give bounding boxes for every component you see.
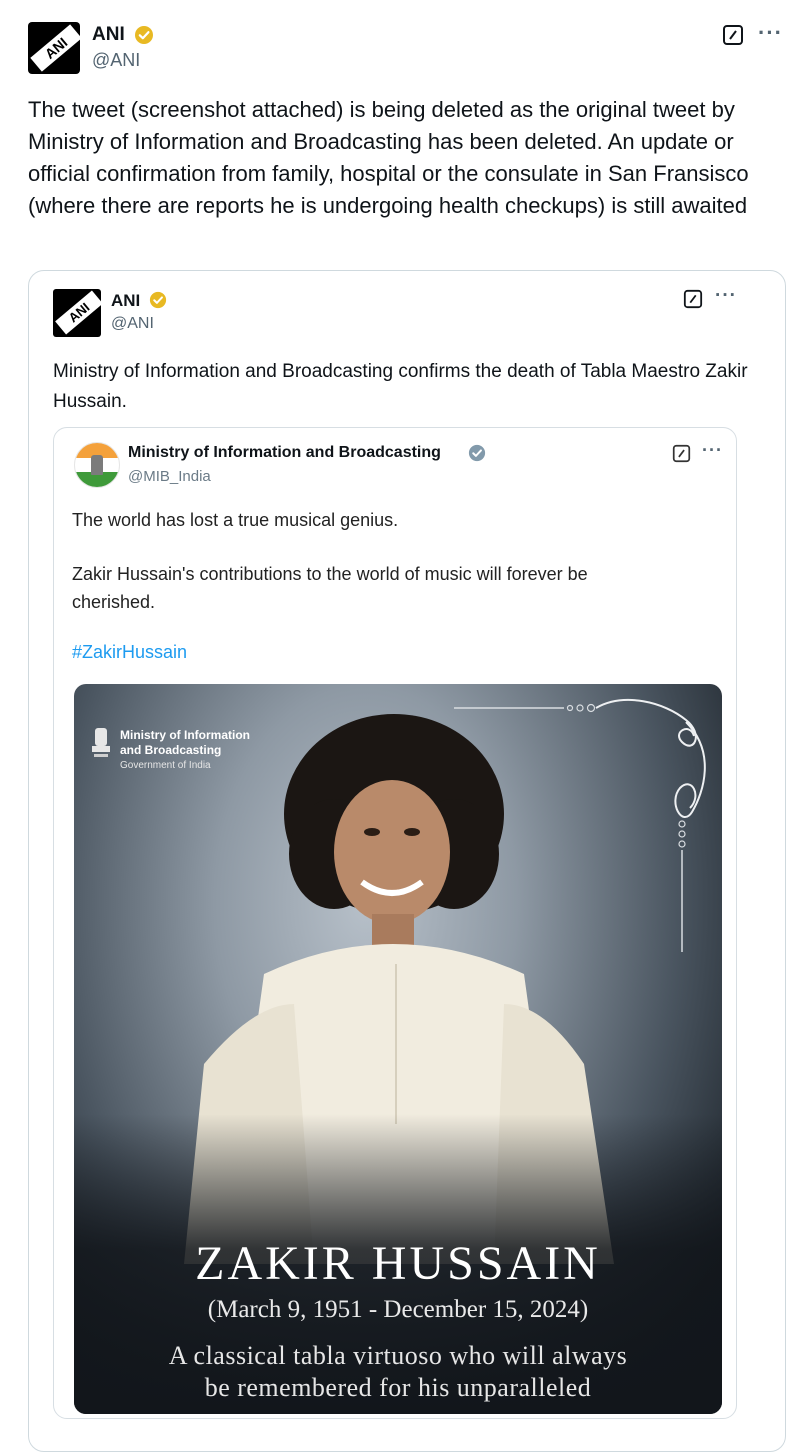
emblem-icon (92, 728, 110, 757)
quoted-author-name[interactable]: ANI (111, 291, 140, 311)
hashtag-link: #ZakirHussain (72, 642, 188, 662)
ani-avatar[interactable]: ANI (53, 289, 101, 337)
tweet-text: The tweet (screenshot attached) is being… (28, 97, 749, 218)
grok-icon[interactable] (683, 289, 703, 309)
poster-tagline-1: A classical tabla virtuoso who will alwa… (168, 1341, 628, 1370)
author-handle[interactable]: @ANI (92, 50, 140, 71)
verified-gold-icon (135, 26, 153, 44)
verified-gray-icon (468, 444, 486, 462)
poster-dates: (March 9, 1951 - December 15, 2024) (207, 1296, 589, 1323)
poster-title: ZAKIR HUSSAIN (195, 1237, 601, 1290)
grok-icon (672, 444, 691, 463)
mib-handle: @MIB_India (128, 468, 211, 485)
ani-avatar[interactable]: ANI (28, 22, 80, 74)
more-icon[interactable]: ··· (715, 285, 737, 307)
inner-line-2: Zakir Hussain's contributions to the wor… (72, 564, 588, 612)
more-icon: ··· (702, 440, 723, 460)
mib-name: Ministry of Information and Broadcasting (128, 444, 441, 461)
more-icon[interactable]: ··· (758, 20, 783, 46)
quoted-tweet-card[interactable]: ANI ANI @ANI ··· Ministry of Information… (28, 270, 786, 1452)
screenshot-tweet-card: Ministry of Information and Broadcasting… (53, 427, 737, 1419)
grok-icon[interactable] (722, 24, 744, 46)
author-name[interactable]: ANI (92, 24, 125, 46)
ani-avatar-text: ANI (41, 34, 71, 62)
quoted-author-handle[interactable]: @ANI (111, 315, 154, 333)
quoted-tweet-text: Ministry of Information and Broadcasting… (53, 361, 748, 412)
verified-gold-icon (149, 291, 167, 309)
ani-avatar-text: ANI (65, 299, 93, 326)
emblem-icon (91, 455, 103, 475)
poster-tagline-2: be remembered for his unparalleled (204, 1373, 592, 1402)
mib-avatar (74, 442, 120, 488)
inner-line-1: The world has lost a true musical genius… (72, 510, 399, 530)
tribute-poster: Ministry of Information and Broadcasting… (74, 684, 722, 1414)
